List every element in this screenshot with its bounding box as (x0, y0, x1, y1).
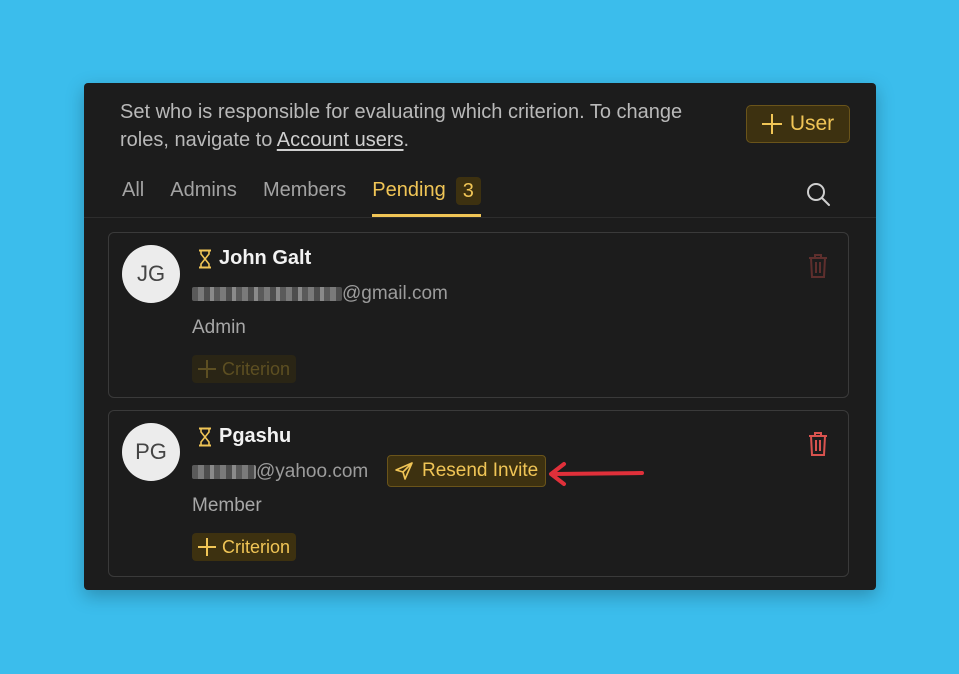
tab-members[interactable]: Members (263, 179, 346, 217)
description-suffix: . (403, 129, 410, 151)
trash-icon[interactable] (807, 253, 829, 279)
tab-pending[interactable]: Pending 3 (372, 177, 481, 217)
redacted-email-local (192, 465, 256, 479)
tab-label: Admins (170, 179, 237, 201)
add-criterion-button[interactable]: Criterion (192, 355, 297, 383)
user-name-row: Pgashu (197, 425, 291, 448)
user-name: Pgashu (219, 425, 292, 447)
account-users-link[interactable]: Account users (277, 129, 404, 151)
tab-label: All (122, 179, 145, 201)
add-user-button[interactable]: User (746, 105, 850, 143)
user-role: Admin (192, 317, 246, 338)
redacted-email-local (192, 287, 342, 301)
add-criterion-button[interactable]: Criterion (192, 533, 297, 561)
criterion-label: Criterion (222, 536, 291, 557)
hourglass-icon (199, 427, 211, 446)
tab-all[interactable]: All (122, 179, 144, 217)
user-name: John Galt (219, 247, 312, 269)
panel-description: Set who is responsible for evaluating wh… (120, 98, 710, 154)
plus-icon (761, 114, 782, 134)
annotation-arrow (549, 462, 644, 486)
hourglass-icon (199, 249, 211, 268)
send-icon (395, 462, 413, 480)
avatar: PG (122, 423, 180, 481)
email-domain: @yahoo.com (256, 461, 369, 482)
role-tabs: All Admins Members Pending 3 (122, 177, 507, 217)
users-panel: Set who is responsible for evaluating wh… (84, 83, 876, 590)
search-icon[interactable] (805, 181, 831, 207)
user-card: PG Pgashu @yahoo.com Resend Invite Membe… (108, 410, 849, 577)
trash-icon[interactable] (807, 431, 829, 457)
email-domain: @gmail.com (342, 283, 448, 304)
resend-invite-label: Resend Invite (422, 460, 539, 481)
tabs-divider (84, 217, 876, 218)
user-card: JG John Galt @gmail.com Admin Criterion (108, 232, 849, 398)
user-email: @yahoo.com (192, 461, 368, 483)
plus-icon (198, 360, 216, 378)
tab-admins[interactable]: Admins (170, 179, 237, 217)
resend-invite-button[interactable]: Resend Invite (387, 455, 547, 487)
criterion-label: Criterion (222, 358, 291, 379)
plus-icon (198, 538, 216, 556)
pending-count-badge: 3 (455, 177, 481, 205)
user-role: Member (192, 495, 262, 516)
avatar: JG (122, 245, 180, 303)
user-email: @gmail.com (192, 283, 448, 305)
user-name-row: John Galt (197, 247, 311, 270)
tab-label: Members (262, 179, 347, 201)
add-user-label: User (789, 112, 835, 135)
tab-label: Pending (372, 179, 446, 201)
